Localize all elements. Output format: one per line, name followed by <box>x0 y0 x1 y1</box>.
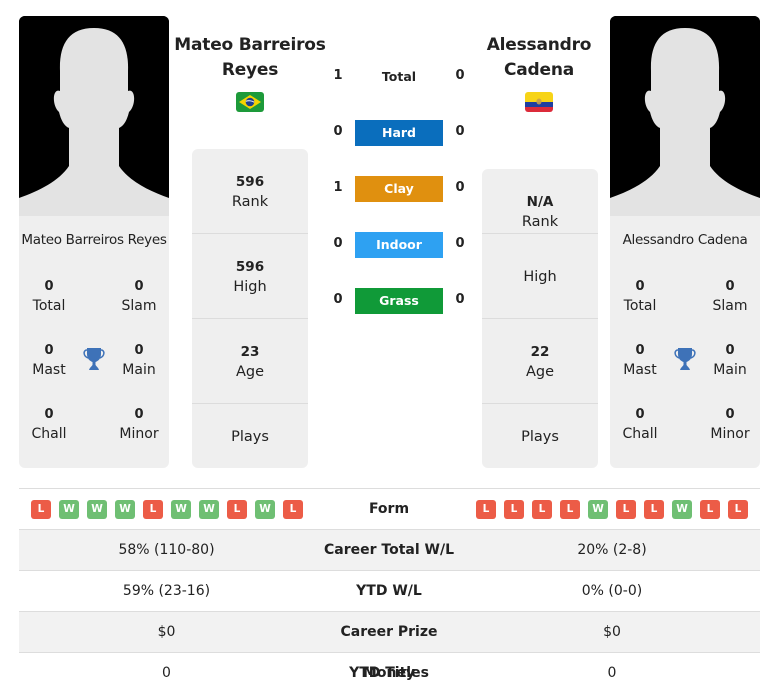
h2h-row-total: 1 Total 0 <box>330 64 470 90</box>
player2-form: LLLLWLLWLL <box>476 500 748 519</box>
form-loss-badge[interactable]: L <box>560 500 580 519</box>
player1-card: Mateo Barreiros Reyes 0 Total 0 Slam 0 M… <box>19 16 169 468</box>
form-loss-badge[interactable]: L <box>227 500 247 519</box>
surface-total-label: Total <box>381 69 417 84</box>
form-label: Form <box>368 501 410 517</box>
ecuador-flag-icon <box>525 92 553 112</box>
player2-plays: Plays <box>482 403 598 488</box>
form-win-badge[interactable]: W <box>255 500 275 519</box>
player2-card-name: Alessandro Cadena <box>622 232 748 248</box>
surface-clay-badge[interactable]: Clay <box>355 176 443 202</box>
table-row: $0 Career Prize Money $0 <box>19 611 760 681</box>
table-row: 0 YTD Titles 0 <box>19 652 760 693</box>
form-win-badge[interactable]: W <box>115 500 135 519</box>
player2-titles-minor: 0 Minor <box>710 407 750 442</box>
form-loss-badge[interactable]: L <box>143 500 163 519</box>
player2-titles-chall: 0 Chall <box>622 407 658 442</box>
surface-hard-badge[interactable]: Hard <box>355 120 443 146</box>
form-loss-badge[interactable]: L <box>644 500 664 519</box>
form-loss-badge[interactable]: L <box>728 500 748 519</box>
form-loss-badge[interactable]: L <box>283 500 303 519</box>
form-win-badge[interactable]: W <box>672 500 692 519</box>
player2-age: 22 Age <box>482 318 598 403</box>
player-silhouette-icon <box>610 16 760 216</box>
form-win-badge[interactable]: W <box>588 500 608 519</box>
form-win-badge[interactable]: W <box>171 500 191 519</box>
form-win-badge[interactable]: W <box>59 500 79 519</box>
player2-title[interactable]: Alessandro Cadena <box>461 33 617 83</box>
surface-indoor-badge[interactable]: Indoor <box>355 232 443 258</box>
form-loss-badge[interactable]: L <box>504 500 524 519</box>
player1-age: 23 Age <box>192 318 308 403</box>
player2-photo <box>610 16 760 216</box>
player1-stats: 596 Rank 596 High 23 Age Plays <box>192 149 308 468</box>
player-silhouette-icon <box>19 16 169 216</box>
player2-stats: N/A Rank High 22 Age Plays <box>482 169 598 468</box>
player2-card: Alessandro Cadena 0 Total 0 Slam 0 Mast … <box>610 16 760 468</box>
form-loss-badge[interactable]: L <box>476 500 496 519</box>
player1-card-name: Mateo Barreiros Reyes <box>21 232 167 248</box>
player1-titles-chall: 0 Chall <box>31 407 67 442</box>
player2-titles-slam: 0 Slam <box>712 279 748 314</box>
player2-titles-total: 0 Total <box>623 279 657 314</box>
player2-rank: N/A Rank <box>521 194 559 230</box>
player1-titles-slam: 0 Slam <box>121 279 157 314</box>
h2h-row-hard: 0 Hard 0 <box>330 120 470 146</box>
form-row: LWWWLWWLWL Form LLLLWLLWLL <box>19 488 760 529</box>
form-loss-badge[interactable]: L <box>532 500 552 519</box>
player1-form: LWWWLWWLWL <box>31 500 303 519</box>
player1-titles-main: 0 Main <box>122 343 156 378</box>
h2h-row-grass: 0 Grass 0 <box>330 288 470 314</box>
trophy-icon <box>82 346 106 372</box>
player2-titles-main: 0 Main <box>713 343 747 378</box>
player1-rank: 596 Rank <box>231 174 269 210</box>
player1-high: 596 High <box>192 233 308 318</box>
player2-high: High <box>482 233 598 318</box>
brazil-flag-icon <box>236 92 264 112</box>
trophy-icon <box>673 346 697 372</box>
h2h-row-clay: 1 Clay 0 <box>330 176 470 202</box>
form-loss-badge[interactable]: L <box>616 500 636 519</box>
player1-photo <box>19 16 169 216</box>
h2h-row-indoor: 0 Indoor 0 <box>330 232 470 258</box>
player1-titles-mast: 0 Mast <box>32 343 66 378</box>
table-row: 59% (23-16) YTD W/L 0% (0-0) <box>19 570 760 611</box>
form-loss-badge[interactable]: L <box>700 500 720 519</box>
form-win-badge[interactable]: W <box>87 500 107 519</box>
player1-titles-minor: 0 Minor <box>119 407 159 442</box>
player2-titles-mast: 0 Mast <box>623 343 657 378</box>
surface-grass-badge[interactable]: Grass <box>355 288 443 314</box>
player1-titles-total: 0 Total <box>32 279 66 314</box>
form-win-badge[interactable]: W <box>199 500 219 519</box>
player1-plays: Plays <box>192 403 308 488</box>
form-loss-badge[interactable]: L <box>31 500 51 519</box>
player1-title[interactable]: Mateo Barreiros Reyes <box>172 33 328 83</box>
table-row: 58% (110-80) Career Total W/L 20% (2-8) <box>19 529 760 570</box>
